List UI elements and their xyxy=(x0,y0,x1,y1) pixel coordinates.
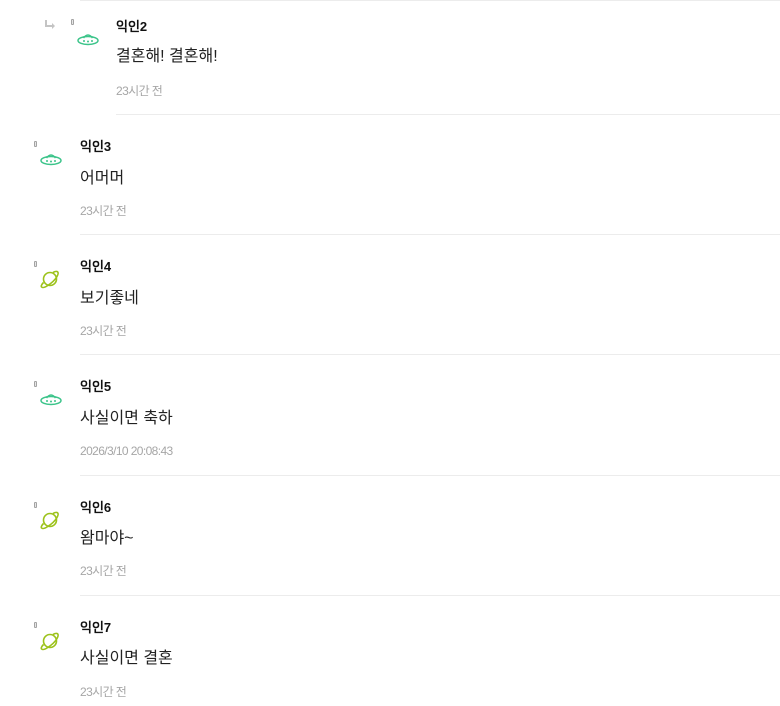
comment-thread: 익인2 결혼해! 결혼해! 23시간 전 익인3 어머머 23시간 전 익인4 … xyxy=(0,0,780,706)
comment-text: 사실이면 축하 xyxy=(80,410,173,427)
planet-icon xyxy=(38,629,62,653)
reply-arrow-icon xyxy=(44,18,56,30)
comment-author[interactable]: 익인4 xyxy=(80,259,111,275)
comment-author[interactable]: 익인6 xyxy=(80,500,111,516)
comment-text: 결혼해! 결혼해! xyxy=(116,48,218,65)
comment-divider xyxy=(80,354,780,355)
comment-item: 익인6 왐마야~ 23시간 전 xyxy=(0,480,780,600)
comment-divider xyxy=(80,475,780,476)
planet-icon xyxy=(38,508,62,532)
comment-item: 익인2 결혼해! 결혼해! 23시간 전 xyxy=(0,0,780,120)
comment-time: 23시간 전 xyxy=(80,685,127,699)
comment-time: 2026/3/10 20:08:43 xyxy=(80,444,173,458)
planet-icon xyxy=(38,267,62,291)
comment-divider xyxy=(80,595,780,596)
comment-text: 왐마야~ xyxy=(80,530,134,547)
ufo-icon xyxy=(39,388,63,412)
comment-text: 사실이면 결혼 xyxy=(80,650,173,667)
comment-text: 어머머 xyxy=(80,170,125,187)
comment-marker[interactable] xyxy=(71,19,74,25)
comment-item: 익인5 사실이면 축하 2026/3/10 20:08:43 xyxy=(0,360,780,480)
comment-marker[interactable] xyxy=(34,141,37,147)
comment-author[interactable]: 익인5 xyxy=(80,379,111,395)
comment-author[interactable]: 익인3 xyxy=(80,139,111,155)
comment-time: 23시간 전 xyxy=(80,564,127,578)
comment-author[interactable]: 익인7 xyxy=(80,620,111,636)
comment-marker[interactable] xyxy=(34,622,37,628)
comment-time: 23시간 전 xyxy=(80,324,127,338)
comment-marker[interactable] xyxy=(34,261,37,267)
comment-author[interactable]: 익인2 xyxy=(116,19,147,35)
ufo-icon xyxy=(76,28,100,52)
comment-time: 23시간 전 xyxy=(116,84,163,98)
ufo-icon xyxy=(39,148,63,172)
comment-marker[interactable] xyxy=(34,381,37,387)
comment-divider xyxy=(116,114,780,115)
comment-item: 익인4 보기좋네 23시간 전 xyxy=(0,240,780,360)
comment-item: 익인7 사실이면 결혼 23시간 전 xyxy=(0,600,780,706)
comment-time: 23시간 전 xyxy=(80,204,127,218)
comment-marker[interactable] xyxy=(34,502,37,508)
comment-divider xyxy=(80,234,780,235)
comment-text: 보기좋네 xyxy=(80,290,139,307)
comment-item: 익인3 어머머 23시간 전 xyxy=(0,120,780,240)
